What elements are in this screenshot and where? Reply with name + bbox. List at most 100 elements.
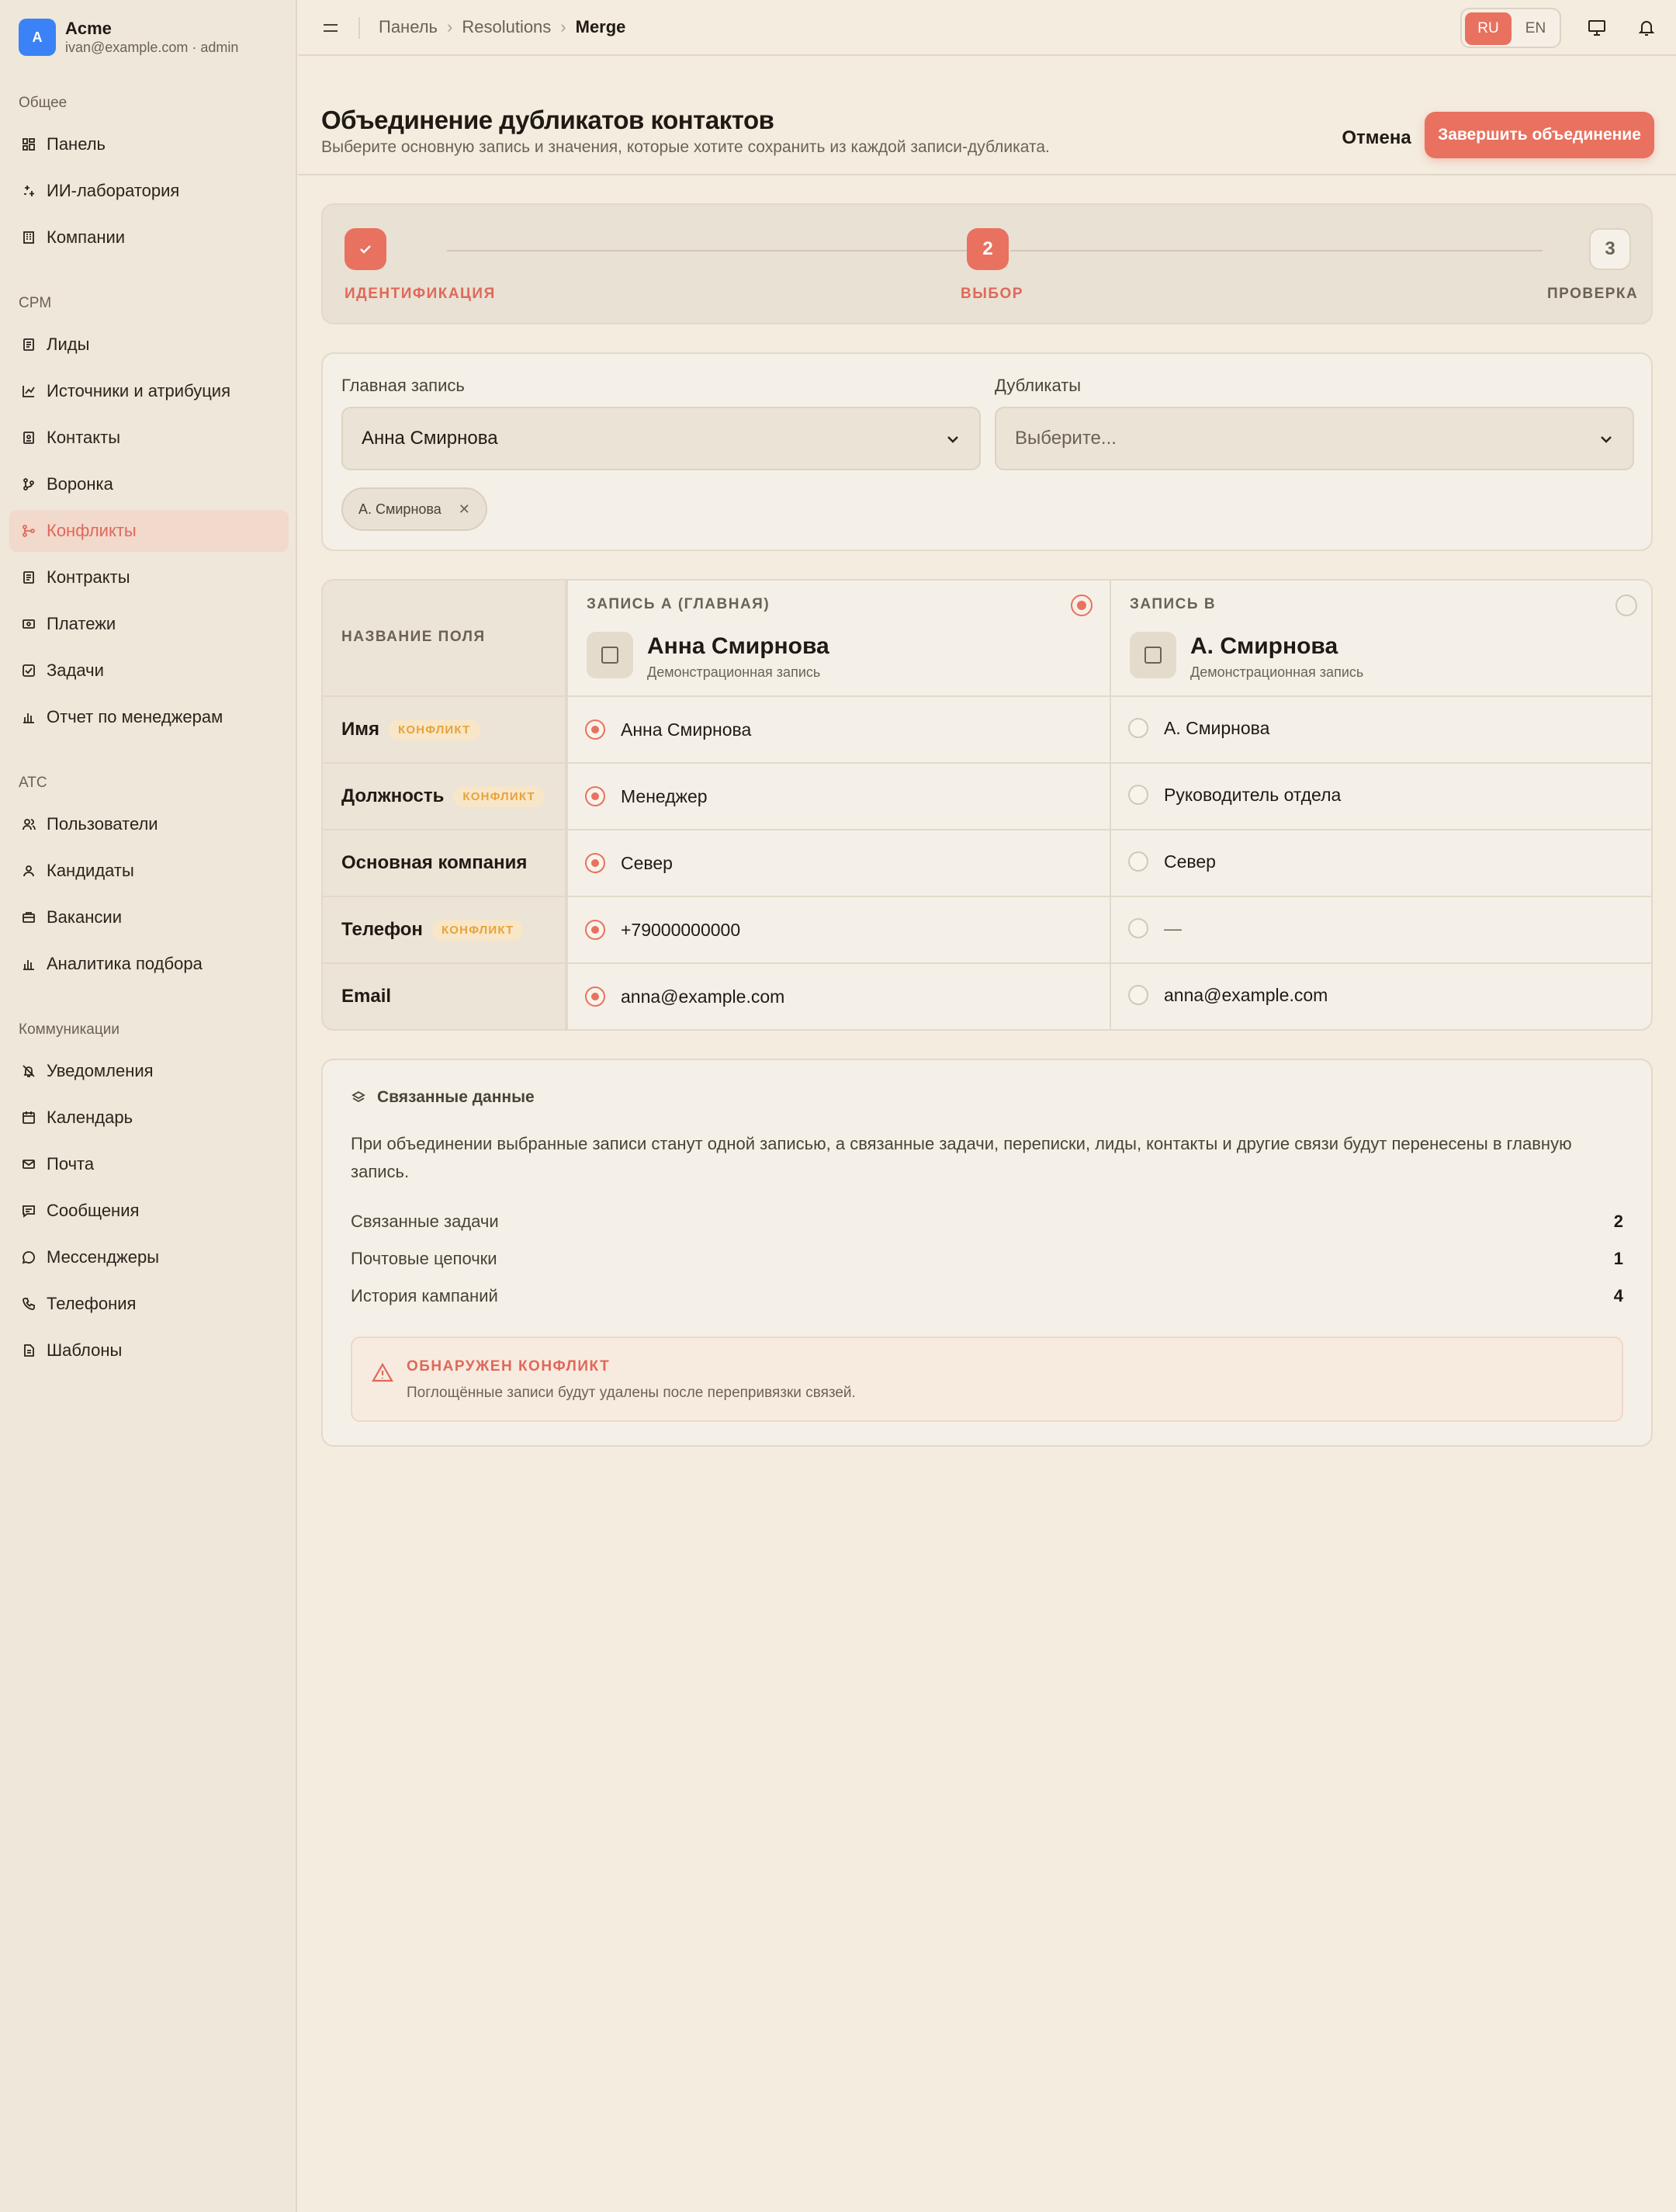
value-radio[interactable] [1128,718,1148,738]
table-cell-b[interactable]: Север [1128,849,1216,874]
value-radio[interactable] [585,719,605,740]
value-radio[interactable] [1128,918,1148,938]
related-data-description: При объединении выбранные записи станут … [351,1134,1572,1181]
sidebar-toggle-button[interactable] [320,17,341,39]
display-button[interactable] [1586,17,1608,39]
sidebar-item-telephony[interactable]: Телефония [9,1283,289,1325]
sidebar-item-funnel[interactable]: Воронка [9,463,289,505]
sidebar-item-manager-report[interactable]: Отчет по менеджерам [9,696,289,738]
cell-value: anna@example.com [621,986,785,1007]
sidebar-item-conflicts[interactable]: Конфликты [9,510,289,552]
sidebar-item-templates[interactable]: Шаблоны [9,1330,289,1371]
stat-label: Почтовые цепочки [351,1249,497,1268]
sidebar-item-leads[interactable]: Лиды [9,324,289,366]
document-icon [20,336,37,353]
table-cell-a[interactable]: +79000000000 [585,917,740,942]
primary-record-select[interactable]: Анна Смирнова [341,407,981,470]
record-b-primary-radio[interactable] [1615,595,1637,616]
field-name: Имя КОНФЛИКТ [341,717,480,742]
sidebar-item-ai-lab[interactable]: ИИ-лаборатория [9,170,289,212]
field-comparison-table: НАЗВАНИЕ ПОЛЯ ЗАПИСЬ А (ГЛАВНАЯ) Анна См… [321,579,1653,1031]
chevron-right-icon: › [560,17,566,36]
value-radio[interactable] [1128,785,1148,805]
table-cell-a[interactable]: Север [585,851,673,875]
workspace-switcher[interactable]: A Acme ivan@example.com · admin [19,19,238,56]
bell-icon [1638,21,1655,36]
record-a-primary-radio[interactable] [1071,595,1093,616]
topbar: Панель › Resolutions › Merge RU EN [298,0,1676,56]
step-connector [1010,250,1543,251]
table-cell-b[interactable]: anna@example.com [1128,983,1328,1007]
sidebar-item-notifications[interactable]: Уведомления [9,1050,289,1092]
table-cell-a[interactable]: Анна Смирнова [585,717,751,742]
value-radio[interactable] [1128,985,1148,1005]
breadcrumb-dashboard[interactable]: Панель [379,17,438,37]
field-name-label: Основная компания [341,852,528,873]
sidebar-item-vacancies[interactable]: Вакансии [9,896,289,938]
lang-en-button[interactable]: EN [1513,12,1558,45]
sidebar-item-sources[interactable]: Источники и атрибуция [9,370,289,412]
check-icon [360,245,371,254]
sidebar-item-messages[interactable]: Сообщения [9,1190,289,1232]
cell-value: +79000000000 [621,919,741,940]
sidebar-item-candidates[interactable]: Кандидаты [9,850,289,892]
sidebar-item-mail[interactable]: Почта [9,1143,289,1185]
funnel-icon [20,476,37,493]
cell-value: Менеджер [621,785,708,806]
stat-label: Связанные задачи [351,1212,499,1231]
sidebar-item-label: Вакансии [47,907,122,927]
sidebar-item-dashboard[interactable]: Панель [9,123,289,165]
sidebar-item-payments[interactable]: Платежи [9,603,289,645]
nav-section-title: ATC [19,775,47,791]
sidebar-item-companies[interactable]: Компании [9,217,289,258]
related-data-title-text: Связанные данные [377,1088,535,1106]
value-radio[interactable] [585,986,605,1007]
record-a-name: Анна Смирнова [647,633,829,659]
duplicates-select[interactable]: Выберите... [995,407,1634,470]
template-icon [20,1342,37,1359]
record-b-name: А. Смирнова [1190,633,1338,659]
sidebar-item-messengers[interactable]: Мессенджеры [9,1236,289,1278]
lang-ru-button[interactable]: RU [1465,12,1512,45]
sidebar-item-recruiting-analytics[interactable]: Аналитика подбора [9,943,289,985]
breadcrumb-resolutions[interactable]: Resolutions [462,17,551,37]
sidebar-item-label: Отчет по менеджерам [47,707,223,726]
message-square-icon [20,1202,37,1219]
value-radio[interactable] [585,853,605,873]
dashboard-icon [20,136,37,153]
step-connector [447,250,979,251]
table-cell-a[interactable]: Менеджер [585,784,708,809]
sidebar-item-label: Аналитика подбора [47,954,203,973]
record-a-avatar [587,632,633,678]
users-icon [20,816,37,833]
table-cell-b[interactable]: Руководитель отдела [1128,782,1341,807]
value-radio[interactable] [585,786,605,806]
sidebar-item-tasks[interactable]: Задачи [9,650,289,692]
field-name: Телефон КОНФЛИКТ [341,917,524,942]
notifications-button[interactable] [1636,17,1657,39]
document-icon [20,569,37,586]
sidebar-item-calendar[interactable]: Календарь [9,1097,289,1139]
step-3-indicator: 3 [1589,228,1631,270]
sidebar-item-contacts[interactable]: Контакты [9,417,289,459]
cancel-button[interactable]: Отмена [1322,121,1431,155]
field-name-label: Имя [341,719,380,740]
record-a-label: ЗАПИСЬ А (ГЛАВНАЯ) [587,596,770,612]
table-cell-b[interactable]: — [1128,916,1182,941]
value-radio[interactable] [585,920,605,940]
finish-merge-button[interactable]: Завершить объединение [1425,112,1654,158]
sidebar-item-contracts[interactable]: Контракты [9,556,289,598]
breadcrumb-current: Merge [575,17,626,36]
page-header: Объединение дубликатов контактов Выберит… [298,56,1676,175]
field-name: Основная компания [341,851,527,875]
sidebar-item-label: Сообщения [47,1201,140,1220]
conflict-badge: КОНФЛИКТ [431,919,524,941]
value-radio[interactable] [1128,851,1148,872]
sidebar-item-users[interactable]: Пользователи [9,803,289,845]
close-icon[interactable]: ✕ [459,501,470,518]
table-cell-b[interactable]: А. Смирнова [1128,716,1269,740]
sparkle-icon [20,182,37,199]
chart-line-icon [20,383,37,400]
table-cell-a[interactable]: anna@example.com [585,984,784,1009]
field-name-header: НАЗВАНИЕ ПОЛЯ [341,629,486,645]
